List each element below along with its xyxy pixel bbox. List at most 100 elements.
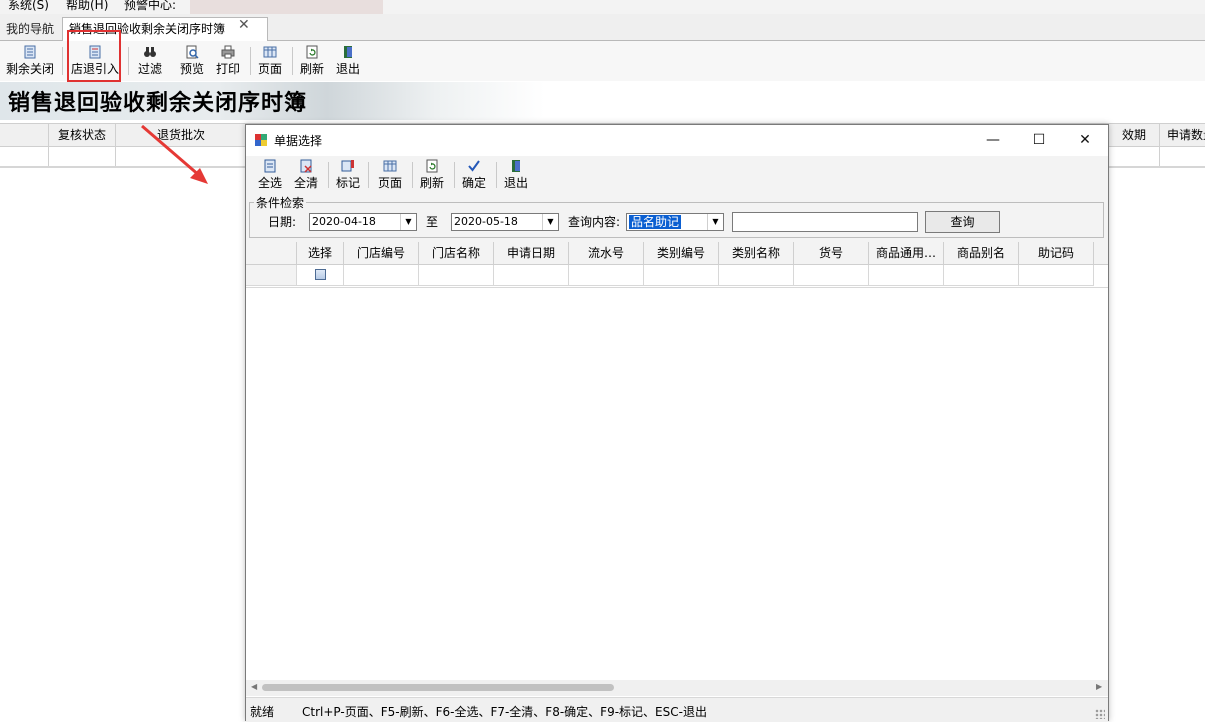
printer-icon bbox=[221, 45, 235, 59]
document-select-dialog: 单据选择 — ☐ ✕ 全选 全清 标记 页面 刷新 确定 退出 条件检索 日期:… bbox=[245, 124, 1109, 722]
scrollbar-thumb[interactable] bbox=[262, 684, 614, 691]
clear-all-button[interactable]: 全清 bbox=[290, 158, 322, 192]
clear-all-icon bbox=[300, 159, 312, 173]
preview-button[interactable]: 预览 bbox=[178, 43, 206, 79]
confirm-button[interactable]: 确定 bbox=[460, 158, 488, 192]
column-select[interactable]: 选择 bbox=[297, 242, 344, 265]
grid-row-header bbox=[246, 242, 297, 265]
date-label: 日期: bbox=[268, 215, 297, 229]
column-request-qty[interactable]: 申请数量 bbox=[1159, 124, 1205, 146]
column-store-code[interactable]: 门店编号 bbox=[344, 242, 419, 265]
maximize-button[interactable]: ☐ bbox=[1024, 129, 1054, 151]
main-toolbar: 剩余关闭 店退引入 过滤 预览 打印 页面 刷新 退出 bbox=[0, 41, 1205, 81]
status-state: 就绪 bbox=[250, 705, 275, 719]
select-checkbox-icon[interactable] bbox=[315, 269, 326, 280]
column-filler bbox=[1094, 242, 1108, 265]
remaining-close-button[interactable]: 剩余关闭 bbox=[4, 43, 56, 79]
grid-cell bbox=[49, 146, 116, 166]
exit-button[interactable]: 退出 bbox=[334, 43, 362, 79]
column-item-no[interactable]: 货号 bbox=[794, 242, 869, 265]
grid-cell bbox=[344, 265, 419, 286]
page-grid-icon bbox=[263, 46, 277, 58]
exit-door-icon bbox=[344, 46, 352, 58]
tab-close-icon[interactable]: ✕ bbox=[238, 17, 250, 33]
row-header-cell bbox=[246, 265, 297, 286]
column-request-date[interactable]: 申请日期 bbox=[494, 242, 569, 265]
refresh-button[interactable]: 刷新 bbox=[418, 158, 446, 192]
column-review-status[interactable]: 复核状态 bbox=[49, 124, 116, 146]
grid-cell bbox=[419, 265, 494, 286]
column-generic-name[interactable]: 商品通用… bbox=[869, 242, 944, 265]
refresh-button[interactable]: 刷新 bbox=[298, 43, 326, 79]
refresh-icon bbox=[306, 45, 318, 59]
query-field-select[interactable]: 品名助记 ▼ bbox=[626, 213, 724, 231]
annotation-arrow bbox=[141, 124, 208, 184]
scroll-right-icon[interactable]: ▶ bbox=[1096, 682, 1102, 691]
app-icon bbox=[255, 134, 267, 146]
page-button[interactable]: 页面 bbox=[256, 43, 284, 79]
grid-cell bbox=[494, 265, 569, 286]
date-to-picker[interactable]: 2020-05-18 ▼ bbox=[451, 213, 559, 231]
chevron-down-icon[interactable]: ▼ bbox=[400, 214, 416, 230]
column-mnemonic[interactable]: 助记码 bbox=[1019, 242, 1094, 265]
grid-cell bbox=[0, 146, 49, 166]
date-from-picker[interactable]: 2020-04-18 ▼ bbox=[309, 213, 417, 231]
query-button[interactable]: 查询 bbox=[925, 211, 1000, 233]
dialog-title: 单据选择 bbox=[274, 134, 323, 148]
grid-cell bbox=[1158, 146, 1160, 166]
toolbar-separator bbox=[328, 162, 329, 188]
toolbar-separator bbox=[128, 47, 129, 75]
tab-bar: 我的导航 销售退回验收剩余关闭序时簿 bbox=[0, 14, 1205, 41]
query-content-label: 查询内容: bbox=[568, 215, 621, 229]
binoculars-icon bbox=[144, 47, 156, 57]
scroll-left-icon[interactable]: ◀ bbox=[251, 682, 257, 691]
exit-button[interactable]: 退出 bbox=[502, 158, 530, 192]
grid-cell bbox=[944, 265, 1019, 286]
tab-my-navigation[interactable]: 我的导航 bbox=[0, 18, 60, 40]
grid-cell bbox=[719, 265, 794, 286]
highlight-annotation-box bbox=[67, 30, 121, 82]
toolbar-separator bbox=[454, 162, 455, 188]
column-product-alias[interactable]: 商品别名 bbox=[944, 242, 1019, 265]
column-category-code[interactable]: 类别编号 bbox=[644, 242, 719, 265]
status-bar: 就绪 Ctrl+P-页面、F5-刷新、F6-全选、F7-全清、F8-确定、F9-… bbox=[246, 697, 1108, 722]
close-button[interactable]: ✕ bbox=[1070, 129, 1100, 151]
menu-help[interactable]: 帮助(H) bbox=[66, 0, 108, 12]
grid-cell bbox=[644, 265, 719, 286]
checkmark-icon bbox=[468, 160, 480, 172]
grid-cell bbox=[869, 265, 944, 286]
menu-alert-center[interactable]: 预警中心: bbox=[124, 0, 176, 12]
toolbar-separator bbox=[496, 162, 497, 188]
page-button[interactable]: 页面 bbox=[376, 158, 404, 192]
dialog-titlebar[interactable]: 单据选择 — ☐ ✕ bbox=[246, 125, 1108, 155]
menu-bar: 系统(S) 帮助(H) 预警中心: bbox=[0, 0, 1205, 14]
preview-icon bbox=[186, 45, 199, 59]
page-title: 销售退回验收剩余关闭序时簿 bbox=[8, 90, 308, 116]
select-all-button[interactable]: 全选 bbox=[254, 158, 286, 192]
resize-grip-icon[interactable] bbox=[1095, 709, 1105, 719]
column-expiry[interactable]: 效期 bbox=[1108, 124, 1160, 146]
list-icon bbox=[24, 45, 36, 59]
query-value-input[interactable] bbox=[732, 212, 918, 232]
mark-button[interactable]: 标记 bbox=[334, 158, 362, 192]
status-shortcuts: Ctrl+P-页面、F5-刷新、F6-全选、F7-全清、F8-确定、F9-标记、… bbox=[302, 705, 707, 719]
alert-center-field bbox=[190, 0, 383, 14]
grid-cell bbox=[1019, 265, 1094, 286]
column-category-name[interactable]: 类别名称 bbox=[719, 242, 794, 265]
print-button[interactable]: 打印 bbox=[214, 43, 242, 79]
chevron-down-icon[interactable]: ▼ bbox=[542, 214, 558, 230]
column-store-name[interactable]: 门店名称 bbox=[419, 242, 494, 265]
minimize-button[interactable]: — bbox=[978, 129, 1008, 151]
toolbar-separator bbox=[368, 162, 369, 188]
toolbar-separator bbox=[412, 162, 413, 188]
menu-system[interactable]: 系统(S) bbox=[8, 0, 49, 12]
exit-door-icon bbox=[512, 160, 520, 172]
select-cell[interactable] bbox=[297, 265, 344, 286]
filter-button[interactable]: 过滤 bbox=[136, 43, 164, 79]
column-serial-no[interactable]: 流水号 bbox=[569, 242, 644, 265]
to-label: 至 bbox=[426, 215, 439, 229]
grid-cell bbox=[569, 265, 644, 286]
horizontal-scrollbar[interactable]: ◀ ▶ bbox=[246, 680, 1108, 696]
mark-icon bbox=[341, 160, 354, 172]
chevron-down-icon[interactable]: ▼ bbox=[707, 214, 723, 230]
